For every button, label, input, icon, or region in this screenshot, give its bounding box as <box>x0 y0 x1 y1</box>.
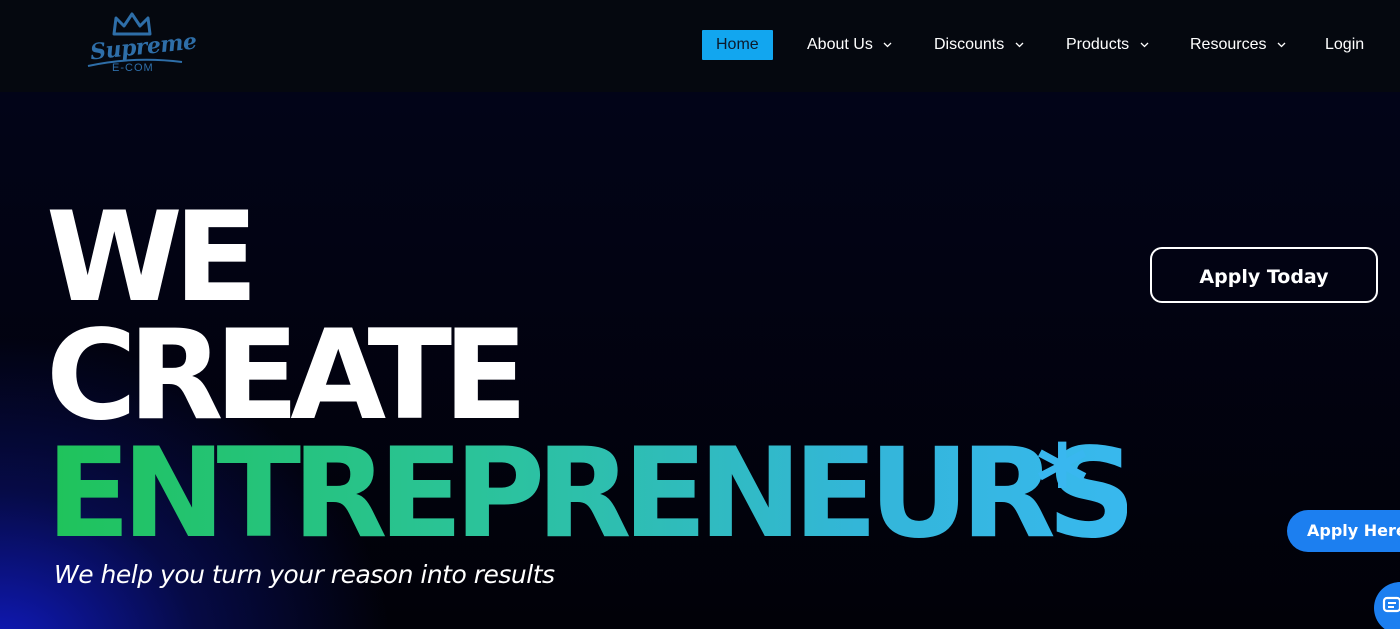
nav-home-label: Home <box>716 36 759 53</box>
nav-discounts[interactable]: Discounts <box>934 30 1024 60</box>
chat-launcher-button[interactable] <box>1374 582 1400 629</box>
chevron-down-icon <box>1277 42 1286 48</box>
nav-about-us-label: About Us <box>807 36 873 53</box>
hero-line-we: WE <box>46 186 259 330</box>
nav-home[interactable]: Home <box>702 30 773 60</box>
nav-login-label: Login <box>1325 36 1365 53</box>
chevron-down-icon <box>1140 42 1149 48</box>
site-header: Supreme E-COM Home About Us Discounts Pr… <box>0 0 1400 92</box>
apply-today-button[interactable]: Apply Today <box>1150 247 1378 303</box>
hero-section: WE CREATE ENTREPRENEURS * We help you tu… <box>0 92 1400 629</box>
nav-products[interactable]: Products <box>1066 30 1149 60</box>
chevron-down-icon <box>883 42 892 48</box>
hero-tagline: We help you turn your reason into result… <box>54 560 555 589</box>
hero-line-create: CREATE <box>46 304 528 448</box>
chat-icon <box>1382 596 1400 613</box>
nav-about-us[interactable]: About Us <box>807 30 892 60</box>
apply-here-button[interactable]: Apply Here <box>1287 510 1400 552</box>
chevron-down-icon <box>1015 42 1024 48</box>
page: Supreme E-COM Home About Us Discounts Pr… <box>0 0 1400 629</box>
logo-subtitle: E-COM <box>112 62 154 74</box>
hero-line-entrepreneurs: ENTREPRENEURS <box>46 422 1136 566</box>
nav-login[interactable]: Login <box>1325 30 1364 60</box>
main-nav: Home About Us Discounts Products Resourc… <box>0 30 1400 60</box>
nav-resources-label: Resources <box>1190 36 1267 53</box>
nav-discounts-label: Discounts <box>934 36 1005 53</box>
nav-resources[interactable]: Resources <box>1190 30 1286 60</box>
nav-products-label: Products <box>1066 36 1130 53</box>
hero-asterisk: * <box>1036 423 1089 540</box>
